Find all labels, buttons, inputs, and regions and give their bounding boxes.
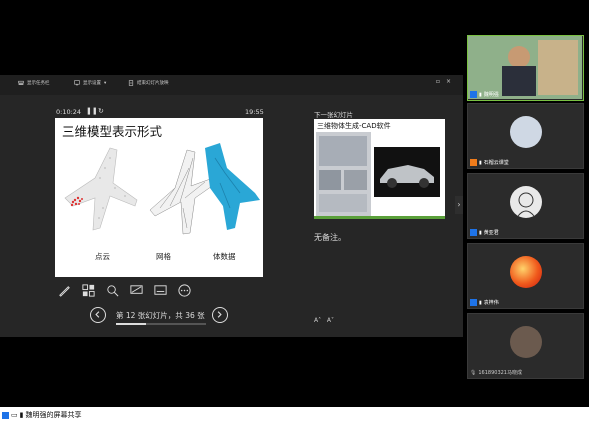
chevron-right-icon [217,311,222,318]
caption-point-cloud: 点云 [95,252,110,261]
show-taskbar-label: 显示任务栏 [27,81,50,86]
reset-timer-icon[interactable]: ↻ [98,107,104,115]
slide-counter: 第 12 张幻灯片，共 36 张 [116,311,205,320]
participant-name: 161890321马晓成 [478,370,522,376]
avatar [510,116,542,148]
participant-name: 石榴云课堂 [483,160,509,166]
current-slide: 三维模型表示形式 点云 网格 体数据 [55,118,263,277]
show-taskbar-button[interactable]: 显示任务栏 [18,80,50,86]
participant-name: 黄亚君 [483,230,499,236]
user-badge-icon [2,411,9,419]
participant-label: ▮ 黄亚君 [470,229,499,236]
display-settings-label: 显示设置 [83,81,101,86]
display-icon [74,80,80,86]
subtitles-icon[interactable] [153,283,168,298]
previous-slide-button[interactable] [90,307,106,323]
mic-icon: ▮ [479,229,482,236]
speaker-notes: 无备注。 [314,233,346,242]
mic-icon: ▮ [479,91,482,98]
clock: 19:55 [245,108,264,116]
see-all-slides-icon[interactable] [81,283,96,298]
participant-label: 🎙 161890321马晓成 [470,369,522,377]
mic-icon: ▮ [19,411,24,419]
slide-progress-bar [116,323,206,325]
zoom-icon[interactable] [105,283,120,298]
pause-icon[interactable]: ❚❚ [86,107,98,115]
black-screen-icon[interactable] [129,283,144,298]
participant-gallery: ▮ 魏明强 ▮ 石榴云课堂 ▮ 黄亚君 ▮ 袁梓伟 🎙 161890321马晓成 [463,0,589,407]
participant-label: ▮ 袁梓伟 [470,299,499,306]
taskbar-icon [18,80,24,85]
next-slide-button[interactable] [212,307,228,323]
next-slide-preview[interactable]: 三维物体生成-CAD软件 [314,119,445,219]
caption-volume: 体数据 [213,252,236,261]
user-badge-icon [470,299,477,306]
caption-mesh: 网格 [156,252,171,261]
display-settings-button[interactable]: 显示设置 ▾ [74,80,106,86]
mic-icon: 🎙 [470,369,477,376]
presenter-video-face [508,46,530,68]
presenter-tools [55,283,205,299]
screen-share-indicator[interactable]: ▭ ▮ 魏明强的屏幕共享 [2,410,81,420]
next-slide-label: 下一张幻灯片 [314,111,353,119]
user-badge-icon [470,159,477,166]
participant-label: ▮ 石榴云课堂 [470,159,509,166]
participant-label: ▮ 魏明强 [470,91,499,98]
increase-font-icon[interactable]: A˄ [314,317,321,324]
user-badge-icon [470,229,477,236]
mic-icon: ▮ [479,299,482,306]
elapsed-timer: 0:10:24 [56,108,82,116]
car-render [374,147,440,197]
next-slide-title: 三维物体生成-CAD软件 [317,122,391,130]
screen-share-label: 魏明强的屏幕共享 [25,411,82,419]
minimize-icon[interactable]: ▫ [436,78,446,85]
model-illustrations [64,143,260,235]
participant-tile[interactable]: ▮ 黄亚君 [467,173,584,239]
participant-name: 袁梓伟 [483,300,499,306]
slide-navigation: 第 12 张幻灯片，共 36 张 [90,306,230,326]
chevron-down-icon: ▾ [104,80,107,86]
end-show-label: 结束幻灯片放映 [137,81,169,86]
participant-tile[interactable]: ▮ 袁梓伟 [467,243,584,309]
end-show-button[interactable]: 结束幻灯片放映 [128,80,169,86]
avatar [510,326,542,358]
avatar [510,256,542,288]
cad-screenshot [316,132,371,216]
more-options-icon[interactable] [177,283,192,298]
window-controls[interactable]: ▫× [436,78,457,85]
participant-tile[interactable]: ▮ 石榴云课堂 [467,103,584,169]
mic-icon: ▮ [479,159,482,166]
host-badge-icon [470,91,477,98]
participant-name: 魏明强 [483,92,499,98]
status-bar: ▭ ▮ 魏明强的屏幕共享 [0,407,589,423]
avatar [510,186,542,218]
expand-gallery-button[interactable]: › [455,196,463,214]
participant-tile[interactable]: 🎙 161890321马晓成 [467,313,584,379]
screen-share-icon: ▭ [11,411,18,419]
notes-font-controls: A˄ A˅ [314,317,334,324]
close-icon[interactable]: × [446,78,457,85]
slide-progress-fill [116,323,146,325]
point-cloud-airplane [64,147,138,231]
chevron-left-icon [95,311,100,318]
end-show-icon [128,80,134,86]
decrease-font-icon[interactable]: A˅ [327,317,334,324]
presenter-toolbar: 显示任务栏 显示设置 ▾ 结束幻灯片放映 ▫× [0,75,463,95]
voxel-plane [205,143,260,230]
participant-tile[interactable]: ▮ 魏明强 [467,35,584,101]
mesh-jet [149,149,216,235]
pen-icon[interactable] [57,283,72,298]
